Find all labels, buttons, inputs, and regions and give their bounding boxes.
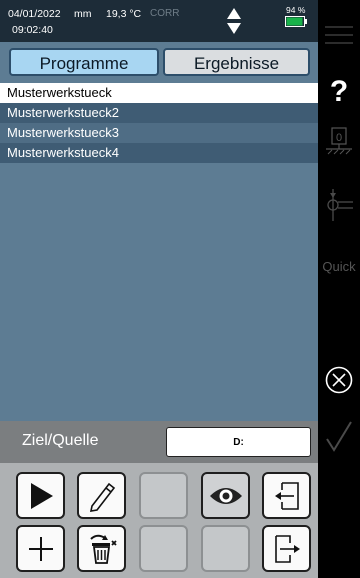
confirm-icon: [326, 421, 352, 452]
delete-icon: [89, 534, 117, 564]
view-button[interactable]: [201, 472, 250, 519]
menu-button[interactable]: [318, 20, 360, 50]
svg-text:0: 0: [336, 132, 342, 144]
target-field[interactable]: D:: [166, 427, 311, 457]
import-button[interactable]: [262, 472, 311, 519]
add-button[interactable]: [16, 525, 65, 572]
probe-icon: [327, 189, 353, 221]
view-icon: [209, 487, 242, 504]
quick-label: Quick: [322, 258, 356, 274]
status-date: 04/01/2022: [8, 8, 61, 20]
import-icon: [274, 481, 299, 510]
target-bar: Ziel/Quelle D:: [0, 421, 318, 463]
edit-button[interactable]: [77, 472, 126, 519]
status-time: 09:02:40: [12, 24, 53, 36]
cancel-button[interactable]: [318, 362, 360, 398]
list-item[interactable]: Musterwerkstueck4: [0, 143, 318, 163]
battery-icon: [285, 16, 307, 27]
probe-button[interactable]: [318, 188, 360, 222]
export-button[interactable]: [262, 525, 311, 572]
target-label: Ziel/Quelle: [22, 432, 99, 449]
battery-percent: 94 %: [286, 5, 306, 15]
list-item[interactable]: Musterwerkstueck: [0, 83, 318, 103]
help-button[interactable]: ?: [318, 72, 360, 112]
main-panel: 04/01/2022 09:02:40 mm 19,3 °C CORR 94 %…: [0, 0, 318, 578]
quick-button[interactable]: Quick: [318, 256, 360, 276]
status-corr: CORR: [150, 8, 180, 19]
status-bar: 04/01/2022 09:02:40 mm 19,3 °C CORR 94 %: [0, 0, 318, 42]
zero-button[interactable]: 0: [318, 125, 360, 157]
tab-programme[interactable]: Programme: [9, 48, 159, 76]
play-button[interactable]: [16, 472, 65, 519]
blank-button: [139, 472, 188, 519]
status-temperature: 19,3 °C: [106, 8, 142, 20]
menu-icon: [325, 26, 353, 44]
status-unit: mm: [74, 8, 92, 20]
edit-icon: [89, 482, 115, 512]
right-sidebar: ? 0 Quick: [318, 0, 360, 578]
play-icon: [30, 482, 53, 509]
list-item[interactable]: Musterwerkstueck3: [0, 123, 318, 143]
blank-button: [139, 525, 188, 572]
list-item[interactable]: Musterwerkstueck2: [0, 103, 318, 123]
add-icon: [28, 536, 53, 561]
sort-arrows-icon[interactable]: [226, 7, 242, 35]
help-icon: ?: [329, 75, 349, 108]
cancel-icon: [325, 366, 353, 394]
blank-button: [201, 525, 250, 572]
zero-icon: 0: [326, 127, 352, 155]
delete-button[interactable]: [77, 525, 126, 572]
program-list: Musterwerkstueck Musterwerkstueck2 Muste…: [0, 83, 318, 163]
toolbar: [0, 463, 318, 578]
export-icon: [274, 534, 300, 563]
tab-ergebnisse[interactable]: Ergebnisse: [163, 48, 310, 76]
confirm-button[interactable]: [318, 418, 360, 454]
